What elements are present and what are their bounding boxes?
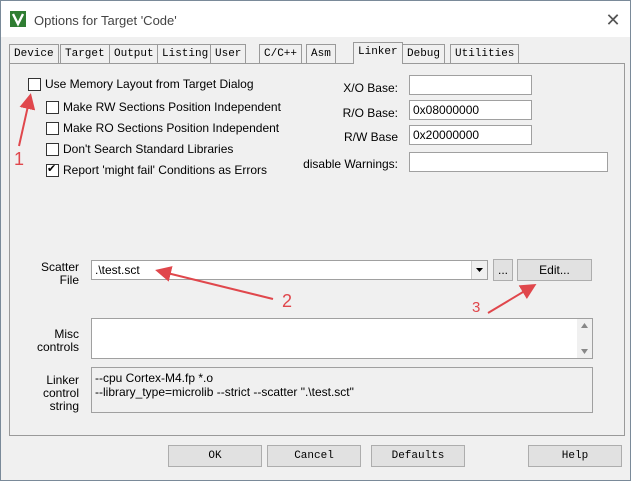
annotation-arrow-3 [487,283,537,314]
annotation-label-2: 2 [282,291,293,311]
annotation-label-1: 1 [14,149,25,169]
annotation-label-3: 3 [472,299,481,316]
annotation-arrow-2 [155,266,274,300]
tab-linker[interactable]: Linker [353,42,403,64]
annotation-arrow-1 [18,93,36,147]
options-dialog: Options for Target 'Code' ✕ Device Targe… [0,0,631,481]
annotation-overlay [18,93,537,314]
